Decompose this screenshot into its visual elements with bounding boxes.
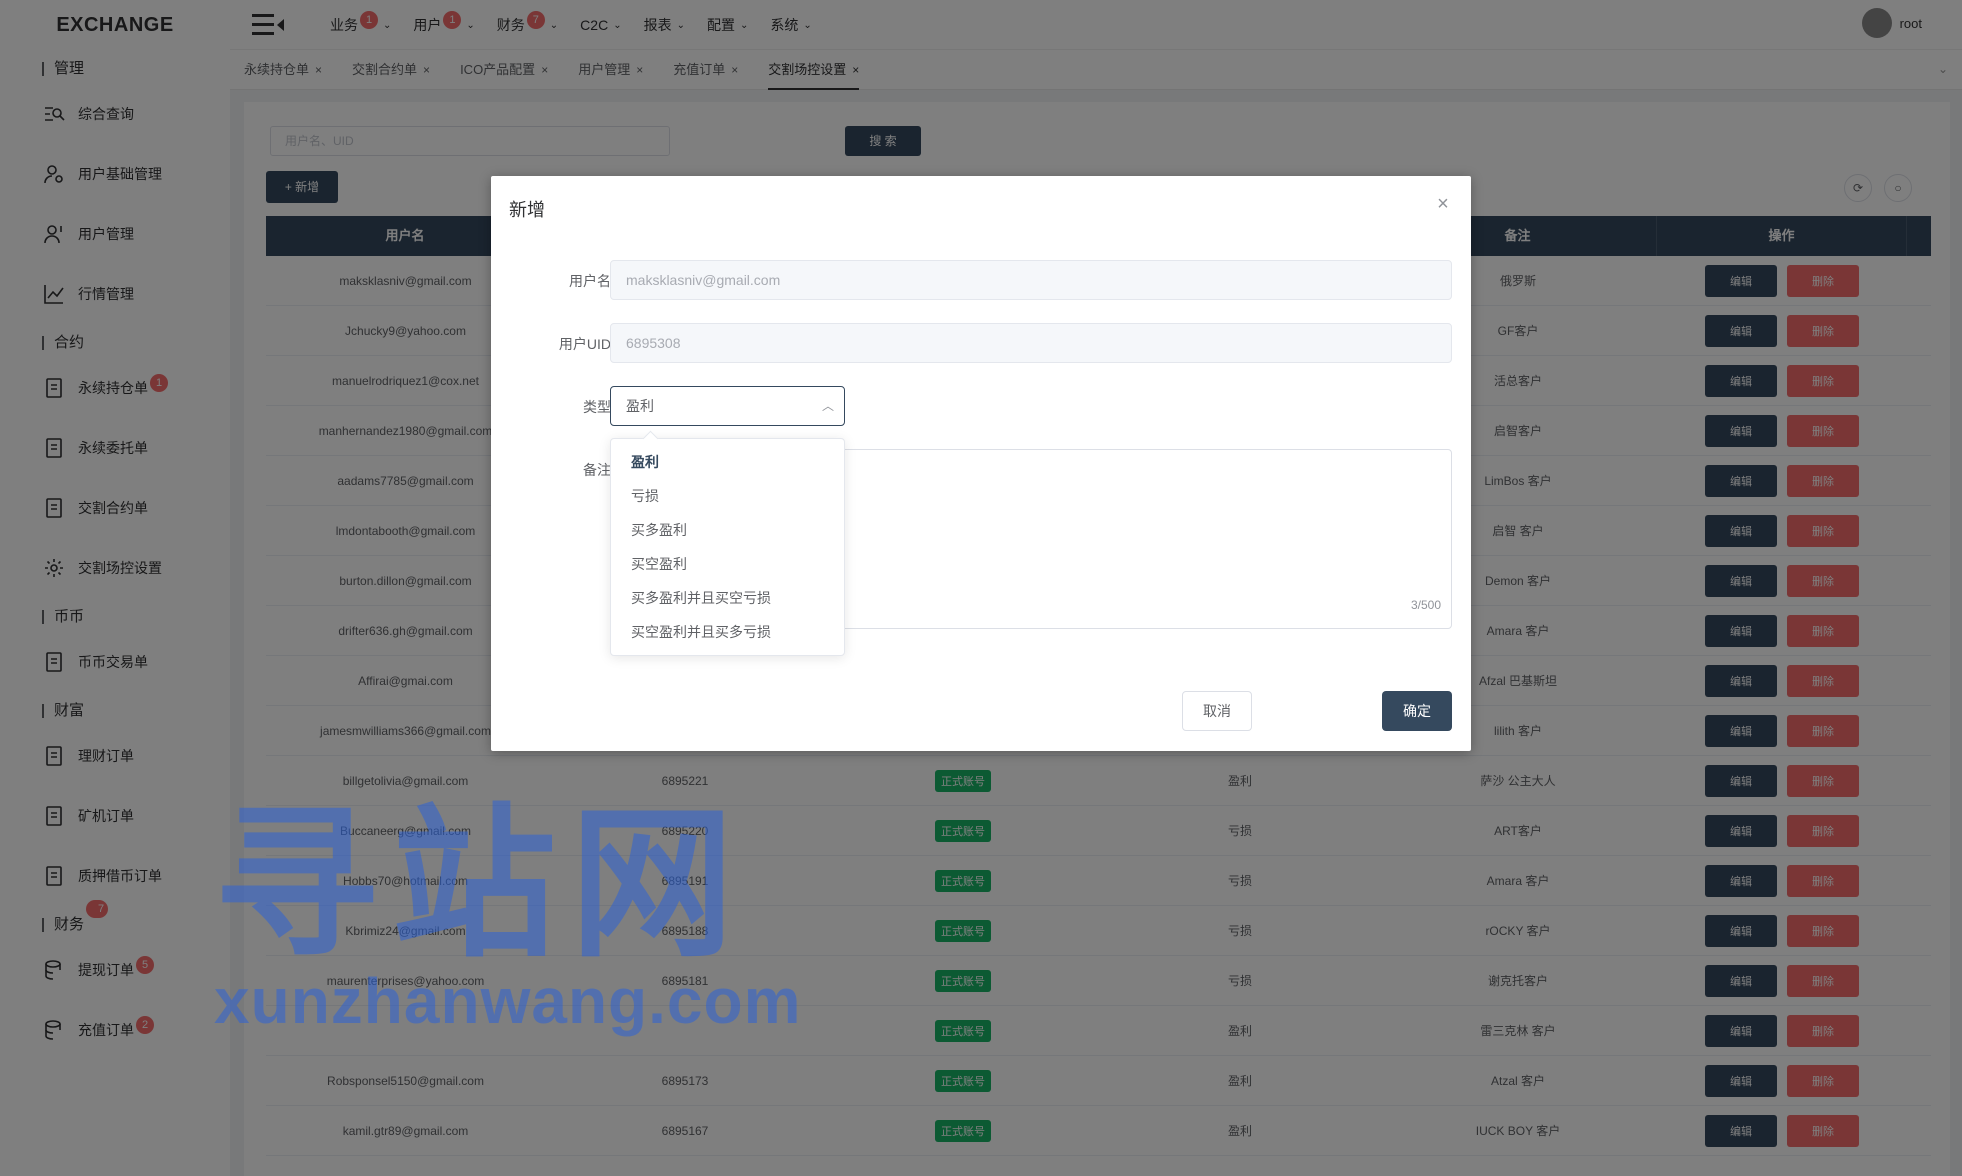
close-icon[interactable]: × xyxy=(1433,194,1453,214)
username-label: 用户名 xyxy=(569,273,611,289)
dropdown-option[interactable]: 买空盈利并且买多亏损 xyxy=(611,615,844,649)
chevron-up-icon: ︿ xyxy=(821,399,834,413)
dropdown-option[interactable]: 亏损 xyxy=(611,479,844,513)
cancel-button[interactable]: 取消 xyxy=(1182,691,1252,731)
dropdown-option[interactable]: 买多盈利 xyxy=(611,513,844,547)
dialog-title: 新增 xyxy=(509,200,545,220)
dropdown-option[interactable]: 盈利 xyxy=(611,445,844,479)
type-label: 类型 xyxy=(583,399,611,415)
uid-field: 6895308 xyxy=(610,323,1452,363)
app-root: EXCHANGE 管理综合查询用户基础管理用户管理行情管理合约永续持仓单1永续委… xyxy=(0,0,1962,1176)
type-select-value: 盈利 xyxy=(626,398,654,414)
uid-label: 用户UID xyxy=(558,336,611,352)
type-select[interactable]: 盈利 ︿ xyxy=(610,386,845,426)
dropdown-option[interactable]: 买多盈利并且买空亏损 xyxy=(611,581,844,615)
dropdown-option[interactable]: 买空盈利 xyxy=(611,547,844,581)
username-field: maksklasniv@gmail.com xyxy=(610,260,1452,300)
type-dropdown: 盈利 亏损 买多盈利 买空盈利 买多盈利并且买空亏损 买空盈利并且买多亏损 xyxy=(610,438,845,656)
confirm-button[interactable]: 确定 xyxy=(1382,691,1452,731)
remark-label: 备注 xyxy=(583,462,611,478)
char-counter: 3/500 xyxy=(1410,598,1441,612)
